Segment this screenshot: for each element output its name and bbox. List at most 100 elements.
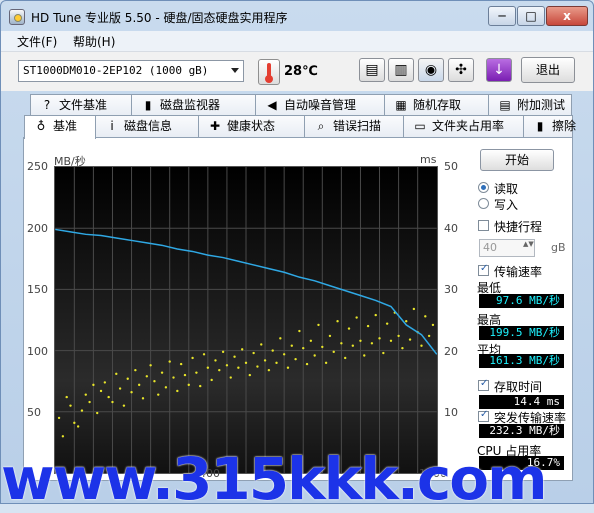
tab-error-scan-label: 错误扫描 xyxy=(333,119,382,133)
quick-stroke-checkbox[interactable] xyxy=(478,220,489,231)
options-icon: ✣ xyxy=(455,62,467,78)
y-axis-left-tick: 200 xyxy=(27,221,48,235)
scatter-point xyxy=(343,356,347,360)
burst-rate-checkbox[interactable] xyxy=(478,409,489,422)
minimize-button[interactable]: ─ xyxy=(488,6,516,26)
scatter-point xyxy=(359,339,362,343)
tab-random-access[interactable]: ▦ 随机存取 xyxy=(384,94,489,116)
benchmark-graph xyxy=(54,166,438,474)
benchmark-icon: ♁ xyxy=(36,119,46,133)
menu-bar: 文件(F) 帮助(H) xyxy=(1,31,593,51)
scatter-point xyxy=(248,373,252,377)
copy-text-icon: ▤ xyxy=(365,62,379,78)
quick-stroke-unit: gB xyxy=(551,241,566,254)
burst-rate-value: 232.3 MB/秒 xyxy=(479,424,564,438)
write-radio[interactable] xyxy=(478,198,489,209)
scatter-point xyxy=(164,386,168,389)
scatter-point xyxy=(130,391,133,394)
scatter-point xyxy=(294,357,297,361)
save-button[interactable]: ↓ xyxy=(486,58,512,82)
copy-info-icon: ▥ xyxy=(394,62,408,78)
maximize-button[interactable]: □ xyxy=(517,6,545,26)
scatter-point xyxy=(92,383,95,387)
scatter-point xyxy=(199,384,202,388)
scatter-point xyxy=(202,353,206,356)
chart-grid xyxy=(55,167,437,473)
scatter-point xyxy=(57,416,61,420)
tab-extra-tests-label: 附加测试 xyxy=(517,98,566,112)
tab-error-scan[interactable]: ⌕ 错误扫描 xyxy=(304,115,404,137)
scatter-point xyxy=(282,353,286,356)
quick-stroke-spinner[interactable]: 40 xyxy=(479,239,535,257)
scatter-point xyxy=(229,376,232,379)
tab-health-label: 健康状态 xyxy=(227,119,276,133)
scatter-point xyxy=(69,404,72,407)
scatter-point xyxy=(157,393,160,396)
scatter-point xyxy=(252,351,255,355)
scatter-point xyxy=(141,397,145,400)
menu-help[interactable]: 帮助(H) xyxy=(73,33,115,50)
tab-extra-tests[interactable]: ▤ 附加测试 xyxy=(488,94,572,116)
y-axis-right-label: ms xyxy=(420,153,437,166)
drive-selector[interactable]: ST1000DM010-2EP102 (1000 gB) xyxy=(18,60,244,82)
copy-text-button[interactable]: ▤ xyxy=(359,58,385,82)
random-access-icon: ▦ xyxy=(395,98,407,112)
chevron-down-icon xyxy=(231,68,239,73)
scatter-point xyxy=(263,359,267,362)
access-time-label: 存取时间 xyxy=(494,380,543,394)
tab-erase[interactable]: ▮ 擦除 xyxy=(523,115,576,137)
extra-tests-icon: ▤ xyxy=(499,98,511,112)
scatter-point xyxy=(137,383,141,387)
scatter-point xyxy=(111,400,114,404)
options-button[interactable]: ✣ xyxy=(448,58,474,82)
tab-folder-usage-label: 文件夹占用率 xyxy=(432,119,505,133)
scatter-point xyxy=(366,324,370,328)
tab-disk-monitor[interactable]: ▮ 磁盘监视器 xyxy=(131,94,256,116)
tab-folder-usage[interactable]: ▭ 文件夹占用率 xyxy=(403,115,524,137)
maximum-value: 199.5 MB/秒 xyxy=(479,326,564,340)
scatter-point xyxy=(206,366,210,369)
watermark-text: www.315kkk.com xyxy=(1,450,594,508)
screenshot-button[interactable]: ◉ xyxy=(418,58,444,82)
scatter-point xyxy=(324,361,328,365)
temperature-value: 28℃ xyxy=(284,64,318,79)
copy-info-button[interactable]: ▥ xyxy=(388,58,414,82)
scatter-point xyxy=(302,346,305,350)
scatter-point xyxy=(340,342,343,345)
menu-file[interactable]: 文件(F) xyxy=(17,33,57,50)
tab-noise-management-label: 自动噪音管理 xyxy=(284,98,357,112)
disk-monitor-icon: ▮ xyxy=(144,98,152,112)
scatter-point xyxy=(286,366,290,369)
disk-info-icon: i xyxy=(110,119,114,133)
tab-noise-management[interactable]: ◀ 自动噪音管理 xyxy=(255,94,385,116)
tab-benchmark[interactable]: ♁ 基准 xyxy=(24,115,96,139)
scatter-point xyxy=(153,380,156,383)
start-button[interactable]: 开始 xyxy=(480,149,554,171)
transfer-rate-checkbox[interactable] xyxy=(478,263,489,276)
access-time-checkbox[interactable] xyxy=(478,378,489,391)
scatter-point xyxy=(134,368,137,372)
exit-button[interactable]: 退出 xyxy=(521,57,575,83)
tab-file-benchmark[interactable]: ? 文件基准 xyxy=(30,94,132,116)
scatter-point xyxy=(80,409,84,412)
scatter-point xyxy=(73,421,76,425)
close-button[interactable]: x xyxy=(546,6,588,26)
read-radio[interactable] xyxy=(478,182,489,193)
scatter-point xyxy=(279,337,282,340)
noise-management-icon: ◀ xyxy=(267,98,277,112)
y-axis-left-tick: 250 xyxy=(27,160,48,173)
scatter-point xyxy=(420,344,423,347)
save-icon: ↓ xyxy=(493,62,505,78)
scatter-point xyxy=(328,334,332,338)
scatter-point xyxy=(240,348,244,351)
scatter-point xyxy=(65,395,68,399)
scatter-point xyxy=(183,373,187,377)
tab-disk-info[interactable]: i 磁盘信息 xyxy=(95,115,199,137)
scatter-point xyxy=(412,307,416,311)
y-axis-left-tick: 50 xyxy=(27,406,41,420)
y-axis-left-tick: 100 xyxy=(27,344,48,358)
tab-health[interactable]: ✚ 健康状态 xyxy=(198,115,305,137)
scatter-point xyxy=(145,375,149,378)
scatter-point xyxy=(126,377,129,380)
scatter-point xyxy=(191,356,194,360)
